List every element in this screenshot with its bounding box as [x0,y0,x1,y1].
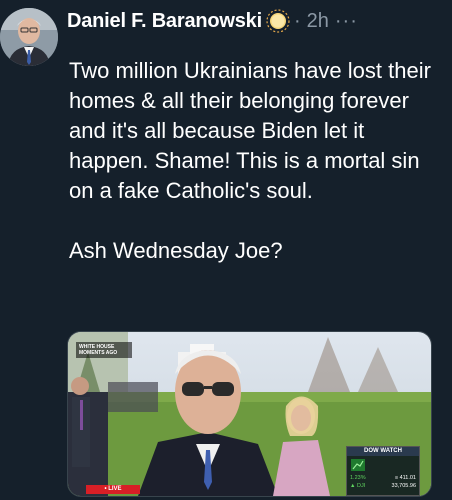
tweet[interactable]: Daniel F. Baranowski · 2h ··· Two millio… [0,0,452,500]
avatar-photo [0,8,58,66]
dow-change: ≡ 411.01 [394,475,416,481]
tweet-paragraph: Two million Ukrainians have lost their h… [69,58,431,203]
dow-chart-icon [351,459,365,471]
live-badge: • LIVE [86,485,140,494]
dow-row: 1.23% ≡ 411.01 [350,475,416,482]
more-options-icon[interactable]: ··· [335,10,358,33]
separator-dot: · [293,9,301,32]
tweet-header: Daniel F. Baranowski · 2h ··· [67,6,447,36]
dow-row: ▲ DJI 33,705.96 [350,483,416,490]
sun-emoji-icon [266,9,290,33]
author-avatar[interactable] [0,8,58,66]
dow-value: 33,705.96 [391,483,416,489]
dow-watch-ticker: DOW WATCH 1.23% ≡ 411.01 ▲ DJI 33,705.96 [346,446,420,496]
tweet-media-video[interactable]: WHITE HOUSE MOMENTS AGO • LIVE DOW WATCH… [67,331,432,497]
tweet-text: Two million Ukrainians have lost their h… [69,56,447,266]
location-overlay: WHITE HOUSE MOMENTS AGO [76,342,132,358]
timestamp[interactable]: 2h [307,10,329,33]
author-name[interactable]: Daniel F. Baranowski [67,10,262,33]
overlay-line: MOMENTS AGO [79,350,118,356]
dow-index: ▲ DJI [350,483,366,489]
dow-percent: 1.23% [350,475,366,481]
dow-title: DOW WATCH [347,447,419,456]
tweet-paragraph: Ash Wednesday Joe? [69,238,283,263]
